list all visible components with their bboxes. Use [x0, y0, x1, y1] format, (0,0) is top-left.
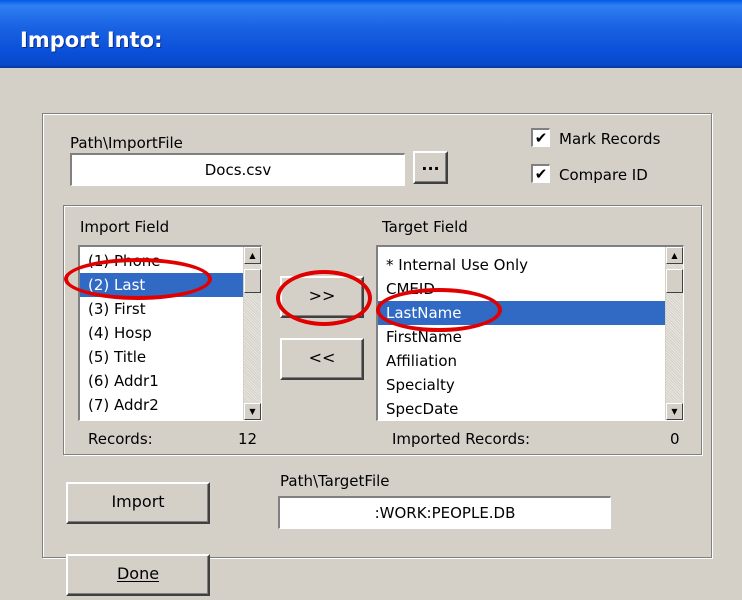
done-button[interactable]: Done [66, 554, 210, 596]
mark-records-label: Mark Records [559, 130, 661, 148]
import-button[interactable]: Import [66, 482, 210, 524]
remove-field-button[interactable]: << [280, 338, 364, 380]
list-item[interactable]: * Internal Use Only [378, 253, 665, 277]
list-item[interactable]: (3) First [80, 297, 243, 321]
list-item[interactable]: (6) Addr1 [80, 369, 243, 393]
list-item-selected[interactable]: LastName [378, 301, 665, 325]
scroll-up-icon[interactable]: ▲ [244, 247, 261, 264]
target-file-input[interactable]: :WORK:PEOPLE.DB [278, 496, 611, 529]
import-file-input[interactable]: Docs.csv [70, 153, 405, 186]
compare-id-checkbox[interactable]: ✔ [531, 164, 550, 183]
target-field-list[interactable]: * Internal Use Only CMEID LastName First… [376, 245, 684, 421]
imported-records-count: 0 [670, 430, 680, 448]
list-item[interactable]: CMEID [378, 277, 665, 301]
scroll-up-icon[interactable]: ▲ [666, 247, 683, 264]
title-bar: Import Into: [0, 0, 742, 68]
import-field-label: Import Field [80, 218, 170, 236]
scroll-down-icon[interactable]: ▼ [666, 403, 683, 420]
list-item[interactable]: (5) Title [80, 345, 243, 369]
list-item-selected[interactable]: (2) Last [80, 273, 243, 297]
list-item[interactable]: SpecDate [378, 397, 665, 420]
list-item[interactable]: Affiliation [378, 349, 665, 373]
add-field-button[interactable]: >> [280, 276, 364, 318]
target-field-scrollbar[interactable]: ▲ ▼ [665, 247, 683, 420]
list-item[interactable]: (4) Hosp [80, 321, 243, 345]
mark-records-checkbox[interactable]: ✔ [531, 128, 550, 147]
browse-button[interactable]: ... [413, 151, 448, 184]
window-title: Import Into: [20, 28, 163, 52]
scroll-thumb[interactable] [666, 269, 683, 293]
done-label: Done [116, 564, 160, 583]
imported-records-label: Imported Records: [392, 430, 530, 448]
import-field-list[interactable]: (1) Phone (2) Last (3) First (4) Hosp (5… [78, 245, 262, 421]
scroll-down-icon[interactable]: ▼ [244, 403, 261, 420]
records-label: Records: [88, 430, 153, 448]
list-item[interactable]: (7) Addr2 [80, 393, 243, 417]
records-count: 12 [238, 430, 258, 448]
import-field-scrollbar[interactable]: ▲ ▼ [243, 247, 261, 420]
target-file-label: Path\TargetFile [280, 472, 390, 490]
scroll-thumb[interactable] [244, 269, 261, 293]
import-file-label: Path\ImportFile [70, 134, 183, 152]
list-item[interactable]: FirstName [378, 325, 665, 349]
list-item[interactable]: Specialty [378, 373, 665, 397]
target-field-label: Target Field [382, 218, 468, 236]
list-item[interactable]: (1) Phone [80, 249, 243, 273]
compare-id-label: Compare ID [559, 166, 648, 184]
